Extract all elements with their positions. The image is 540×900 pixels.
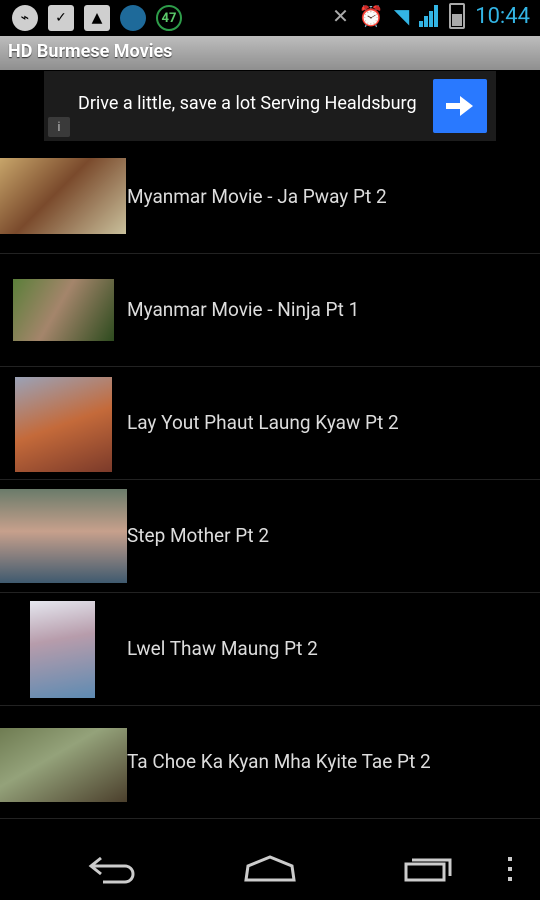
movie-thumbnail [13,279,114,341]
notification-icons: ⌁ ✓ ▲ 47 [12,5,182,31]
list-item[interactable]: Lay Yout Phaut Laung Kyaw Pt 2 [0,367,540,480]
menu-button[interactable] [485,850,535,888]
navigation-bar [0,838,540,900]
system-icons: ✕ ⏰ ◥ 10:44 [332,3,530,29]
alarm-icon: ⏰ [358,4,384,28]
mute-icon: ✕ [332,4,349,28]
arrow-right-icon [446,96,473,116]
wifi-icon: ◥ [393,4,410,28]
list-item[interactable]: Lwel Thaw Maung Pt 2 [0,593,540,706]
battery-icon [449,3,466,29]
movie-title: Step Mother Pt 2 [127,524,270,547]
movie-thumbnail [30,601,95,698]
movie-thumbnail [0,489,127,583]
movie-thumbnail [15,377,112,472]
movie-title: Lay Yout Phaut Laung Kyaw Pt 2 [127,411,399,434]
list-item[interactable]: Step Mother Pt 2 [0,480,540,593]
download-counter-icon: 47 [156,5,182,31]
movie-title: Myanmar Movie - Ninja Pt 1 [127,298,360,321]
movie-title: Lwel Thaw Maung Pt 2 [127,637,318,660]
back-button[interactable] [82,850,142,888]
signal-icon [419,5,439,27]
overflow-menu-icon [508,857,512,881]
movie-title: Myanmar Movie - Ja Pway Pt 2 [127,185,387,208]
movie-list: Myanmar Movie - Ja Pway Pt 2 Myanmar Mov… [0,141,540,819]
ad-arrow-button[interactable] [433,79,487,133]
ad-banner[interactable]: Drive a little, save a lot Serving Heald… [44,71,496,141]
list-item[interactable]: Myanmar Movie - Ja Pway Pt 2 [0,141,540,254]
ad-info-icon[interactable]: i [48,117,70,137]
list-item[interactable]: Myanmar Movie - Ninja Pt 1 [0,254,540,367]
movie-thumbnail [0,728,127,802]
list-item[interactable]: Ta Choe Ka Kyan Mha Kyite Tae Pt 2 [0,706,540,819]
status-bar: ⌁ ✓ ▲ 47 ✕ ⏰ ◥ 10:44 [0,0,540,36]
check-icon: ✓ [48,5,74,31]
movie-title: Ta Choe Ka Kyan Mha Kyite Tae Pt 2 [127,750,431,773]
app-title-bar: HD Burmese Movies [0,36,540,70]
recent-apps-button[interactable] [398,850,458,888]
app-title: HD Burmese Movies [8,41,173,62]
ad-text[interactable]: Drive a little, save a lot Serving Heald… [78,93,417,114]
recent-apps-icon [404,858,452,882]
image-icon: ▲ [84,5,110,31]
home-button[interactable] [240,850,300,888]
home-icon [244,855,296,882]
vpn-globe-icon [120,5,146,31]
movie-thumbnail [0,158,126,234]
back-arrow-icon [88,856,135,884]
usb-debug-icon: ⌁ [12,5,38,31]
clock-time: 10:44 [475,3,530,29]
